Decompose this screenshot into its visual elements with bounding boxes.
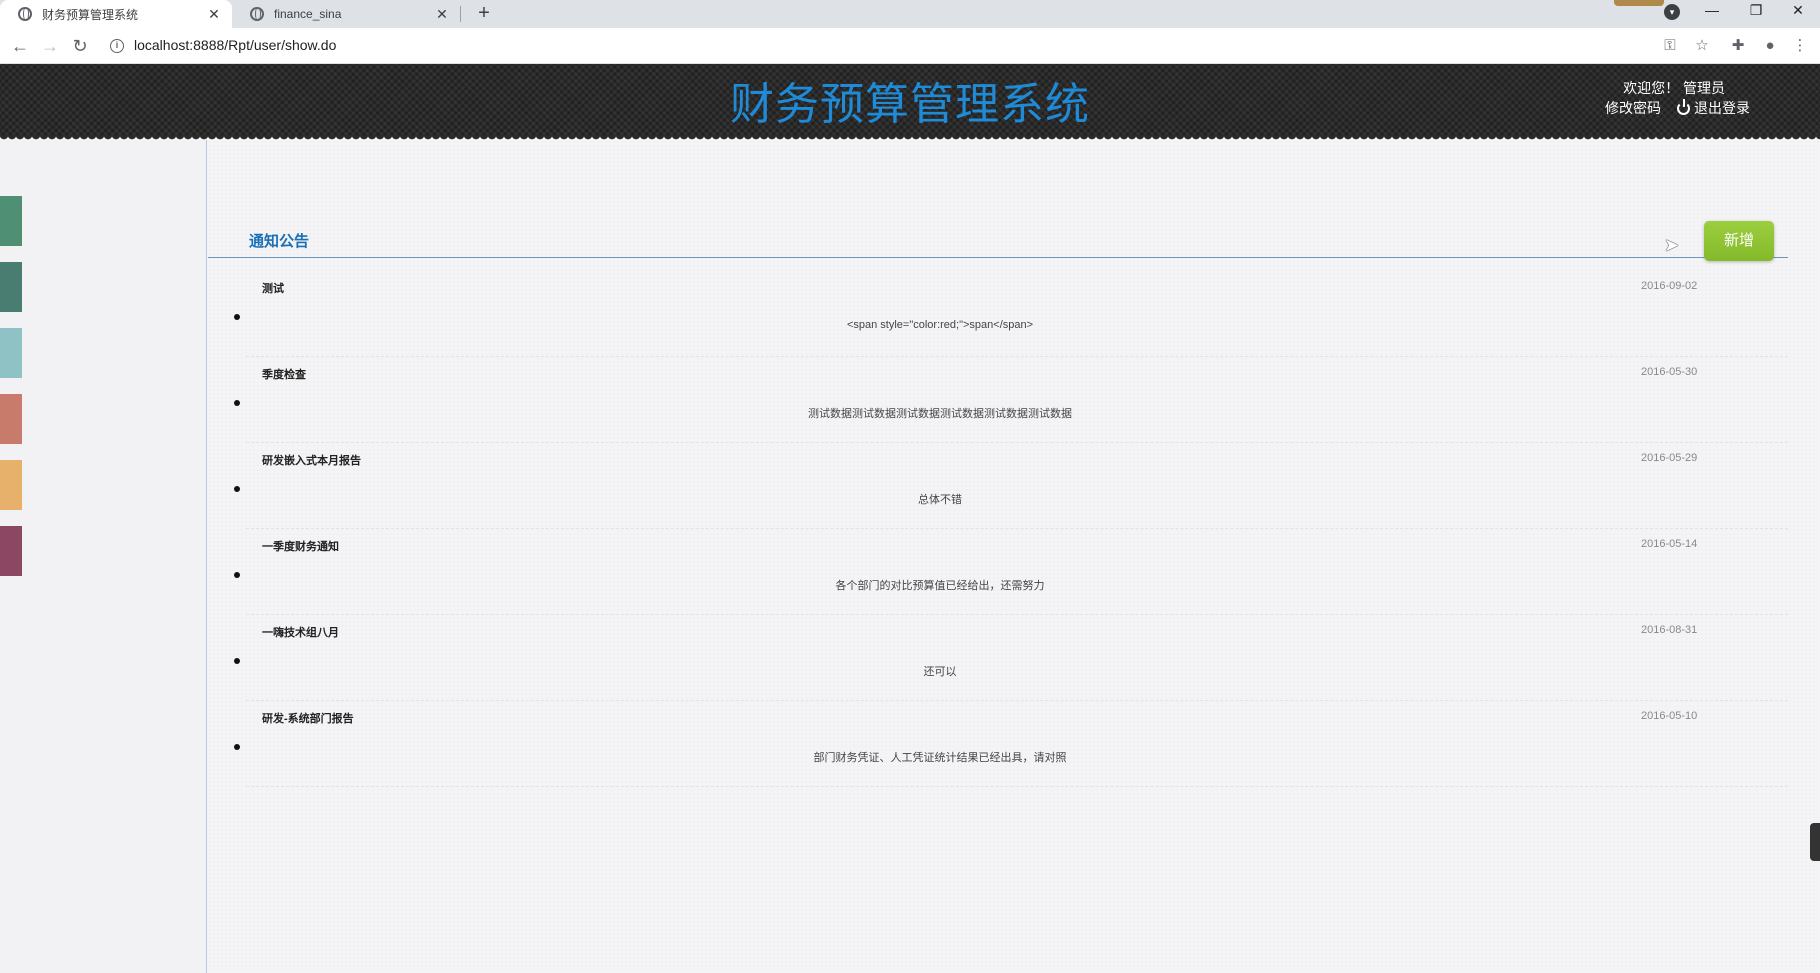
- sidebar-menu-tile-1[interactable]: [0, 196, 22, 246]
- sidebar-menu-tile-2[interactable]: [0, 262, 22, 312]
- star-icon[interactable]: ☆: [1692, 36, 1712, 56]
- list-item[interactable]: 测试 2016-09-02 <span style="color:red;">s…: [234, 271, 1788, 357]
- logout-label: 退出登录: [1694, 100, 1750, 116]
- tab-divider: [460, 6, 461, 22]
- app-title: 财务预算管理系统: [730, 79, 1090, 130]
- notice-title[interactable]: 测试: [262, 280, 284, 296]
- notice-date: 2016-09-02: [1641, 280, 1698, 292]
- browser-tab[interactable]: finance_sina ✕: [232, 0, 460, 28]
- tab-search-icon[interactable]: ▾: [1664, 4, 1680, 20]
- notice-title[interactable]: 一嗨技术组八月: [262, 624, 339, 640]
- list-item[interactable]: 一嗨技术组八月 2016-08-31 还可以: [234, 615, 1788, 701]
- change-password-link[interactable]: 修改密码: [1605, 98, 1661, 118]
- sidebar: [0, 140, 207, 973]
- list-item[interactable]: 研发-系统部门报告 2016-05-10 部门财务凭证、人工凭证统计结果已经出具…: [234, 701, 1788, 787]
- sidebar-menu-tile-5[interactable]: [0, 460, 22, 510]
- logout-link[interactable]: 退出登录: [1677, 98, 1750, 118]
- list-item[interactable]: 季度检查 2016-05-30 测试数据测试数据测试数据测试数据测试数据测试数据: [234, 357, 1788, 443]
- sidebar-menu-tile-4[interactable]: [0, 394, 22, 444]
- reload-button[interactable]: ↻: [68, 34, 92, 58]
- extensions-icon[interactable]: ✚: [1728, 36, 1748, 56]
- section-header: 通知公告: [208, 220, 1788, 258]
- welcome-text: 欢迎您！ 管理员: [1623, 80, 1725, 96]
- notice-body: 部门财务凭证、人工凭证统计结果已经出具，请对照: [813, 752, 1067, 764]
- forward-button[interactable]: →: [38, 34, 62, 58]
- app-header: 财务预算管理系统 欢迎您！ 管理员 修改密码 退出登录: [0, 64, 1820, 141]
- site-info-icon[interactable]: i: [110, 39, 124, 53]
- notice-body: 各个部门的对比预算值已经给出，还需努力: [835, 580, 1045, 592]
- notice-title[interactable]: 一季度财务通知: [262, 538, 339, 554]
- sidebar-menu-tile-6[interactable]: [0, 526, 22, 576]
- browser-tabstrip: 财务预算管理系统 ✕ finance_sina ✕ + ▾ — ❐ ✕: [0, 0, 1820, 28]
- minimize-button[interactable]: —: [1692, 2, 1732, 18]
- tab-title: 财务预算管理系统: [42, 7, 139, 22]
- globe-icon: [18, 7, 32, 21]
- bullet-icon: [234, 658, 240, 664]
- notice-title[interactable]: 季度检查: [262, 366, 306, 382]
- notice-date: 2016-05-29: [1641, 452, 1698, 464]
- bullet-icon: [234, 314, 240, 320]
- notice-body: 测试数据测试数据测试数据测试数据测试数据测试数据: [808, 408, 1072, 420]
- bullet-icon: [234, 400, 240, 406]
- side-panel-handle[interactable]: [1810, 823, 1820, 861]
- window-close-button[interactable]: ✕: [1778, 2, 1818, 19]
- bullet-icon: [234, 744, 240, 750]
- section-title: 通知公告: [249, 233, 310, 250]
- notice-date: 2016-05-10: [1641, 710, 1698, 722]
- bullet-icon: [234, 486, 240, 492]
- list-item[interactable]: 研发嵌入式本月报告 2016-05-29 总体不错: [234, 443, 1788, 529]
- close-icon[interactable]: ✕: [434, 6, 450, 23]
- sidebar-menu-tile-3[interactable]: [0, 328, 22, 378]
- bullet-icon: [234, 572, 240, 578]
- menu-icon[interactable]: ⋮: [1790, 36, 1810, 56]
- tab-title: finance_sina: [274, 7, 342, 21]
- user-actions: 修改密码 退出登录: [1605, 98, 1750, 118]
- new-tab-button[interactable]: +: [472, 2, 496, 25]
- list-item[interactable]: 一季度财务通知 2016-05-14 各个部门的对比预算值已经给出，还需努力: [234, 529, 1788, 615]
- power-icon: [1677, 99, 1690, 115]
- globe-icon: [250, 7, 264, 21]
- key-icon[interactable]: ⚿: [1660, 36, 1680, 56]
- close-icon[interactable]: ✕: [206, 6, 222, 23]
- restore-button[interactable]: ❐: [1736, 2, 1776, 19]
- notice-body: 还可以: [923, 666, 957, 678]
- browser-tab-active[interactable]: 财务预算管理系统 ✕: [0, 0, 232, 28]
- mouse-cursor-icon: ➤: [1664, 235, 1680, 255]
- add-button[interactable]: 新增: [1704, 221, 1774, 261]
- address-bar[interactable]: localhost:8888/Rpt/user/show.do: [134, 37, 336, 53]
- notice-body: <span style="color:red;">span</span>: [846, 319, 1034, 331]
- window-drag-handle[interactable]: [1614, 0, 1664, 6]
- notice-date: 2016-05-30: [1641, 366, 1698, 378]
- notice-title[interactable]: 研发-系统部门报告: [262, 710, 354, 726]
- browser-toolbar: ← → ↻ i localhost:8888/Rpt/user/show.do …: [0, 28, 1820, 64]
- profile-icon[interactable]: ●: [1760, 36, 1780, 56]
- notice-list: 测试 2016-09-02 <span style="color:red;">s…: [208, 271, 1788, 787]
- notice-title[interactable]: 研发嵌入式本月报告: [262, 452, 361, 468]
- notice-date: 2016-08-31: [1641, 624, 1698, 636]
- notice-date: 2016-05-14: [1641, 538, 1698, 550]
- back-button[interactable]: ←: [8, 34, 32, 58]
- notice-body: 总体不错: [918, 494, 962, 506]
- main-content: 通知公告 新增 ➤ 测试 2016-09-02 <span style="col…: [208, 140, 1820, 973]
